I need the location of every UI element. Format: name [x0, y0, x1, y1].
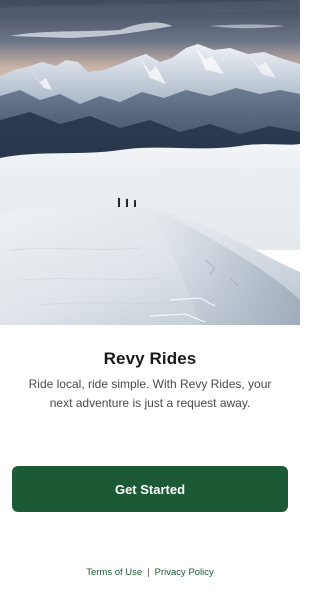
legal-links: Terms of Use | Privacy Policy: [0, 567, 300, 578]
terms-of-use-link[interactable]: Terms of Use: [86, 567, 142, 578]
hero-image: [0, 0, 300, 325]
link-separator: |: [147, 567, 150, 578]
welcome-screen: Revy Rides Ride local, ride simple. With…: [0, 0, 300, 600]
privacy-policy-link[interactable]: Privacy Policy: [155, 567, 214, 578]
get-started-button[interactable]: Get Started: [12, 466, 288, 512]
app-tagline: Ride local, ride simple. With Revy Rides…: [28, 377, 272, 410]
mountain-landscape-photo: [0, 0, 300, 325]
app-title: Revy Rides: [103, 349, 197, 368]
